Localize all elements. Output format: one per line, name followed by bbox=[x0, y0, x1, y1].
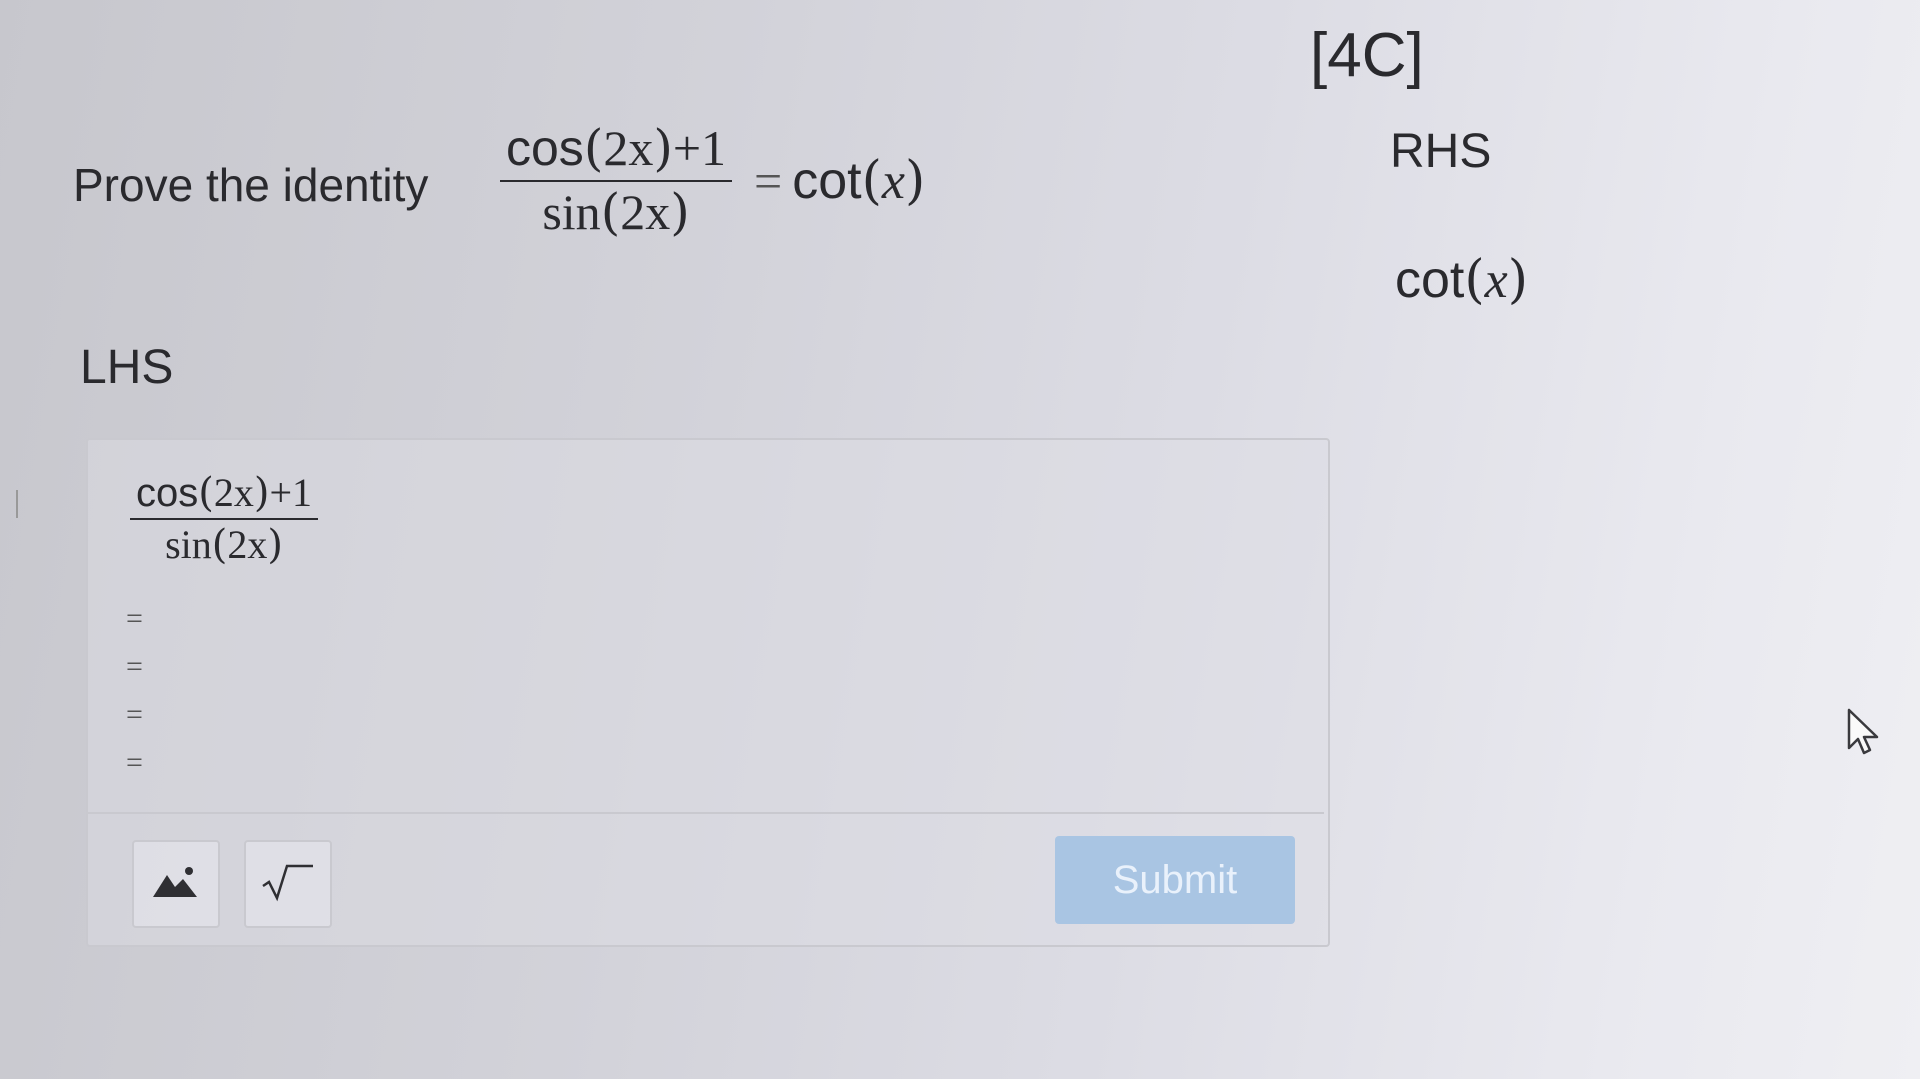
step-equals-2[interactable]: = bbox=[126, 650, 143, 684]
margin-mark bbox=[16, 490, 18, 518]
fraction-bar bbox=[500, 179, 733, 182]
rhs-function: cot bbox=[792, 151, 862, 210]
identity-rhs: cot(x) bbox=[792, 150, 926, 211]
numerator-argument: 2x bbox=[603, 120, 654, 176]
submit-button[interactable]: Submit bbox=[1055, 836, 1295, 924]
lhs-denominator-function: sin bbox=[165, 522, 212, 567]
step-equals-1[interactable]: = bbox=[126, 602, 143, 636]
lhs-expression: cos(2x)+1 sin(2x) bbox=[130, 470, 319, 568]
identity-equation: cos(2x)+1 sin(2x) = cot(x) bbox=[500, 119, 926, 241]
identity-numerator: cos(2x)+1 bbox=[506, 119, 727, 177]
denominator-function: sin bbox=[542, 183, 601, 240]
denominator-argument: 2x bbox=[620, 183, 671, 240]
identity-denominator: sin(2x) bbox=[542, 182, 690, 241]
numerator-function: cos bbox=[506, 120, 584, 176]
rhs-expr-function: cot bbox=[1395, 251, 1465, 309]
rhs-label: RHS bbox=[1390, 125, 1492, 178]
section-tag: [4C] bbox=[1310, 21, 1424, 90]
insert-sqrt-button[interactable] bbox=[244, 840, 332, 928]
numerator-tail: +1 bbox=[672, 120, 727, 176]
lhs-fraction-bar bbox=[130, 518, 319, 520]
lhs-label: LHS bbox=[80, 341, 174, 394]
sqrt-icon bbox=[261, 862, 315, 907]
rhs-argument: x bbox=[881, 152, 906, 210]
rhs-expr-argument: x bbox=[1484, 252, 1508, 309]
identity-fraction: cos(2x)+1 sin(2x) bbox=[500, 119, 733, 241]
lhs-numerator-argument: 2x bbox=[213, 470, 254, 515]
lhs-numerator-function: cos bbox=[136, 471, 199, 515]
lhs-denominator-argument: 2x bbox=[227, 522, 268, 567]
lhs-numerator-tail: +1 bbox=[269, 470, 313, 515]
insert-image-button[interactable] bbox=[132, 840, 220, 928]
lhs-numerator: cos(2x)+1 bbox=[136, 470, 313, 516]
question-prompt: Prove the identity bbox=[73, 159, 429, 211]
step-equals-4[interactable]: = bbox=[126, 746, 143, 780]
lhs-fraction: cos(2x)+1 sin(2x) bbox=[130, 470, 319, 568]
image-icon bbox=[153, 865, 199, 904]
step-equals-3[interactable]: = bbox=[126, 698, 143, 732]
equals-sign: = bbox=[754, 152, 783, 209]
lhs-denominator: sin(2x) bbox=[165, 522, 283, 568]
mouse-pointer-icon bbox=[1846, 708, 1882, 761]
rhs-expression: cot(x) bbox=[1395, 250, 1529, 310]
